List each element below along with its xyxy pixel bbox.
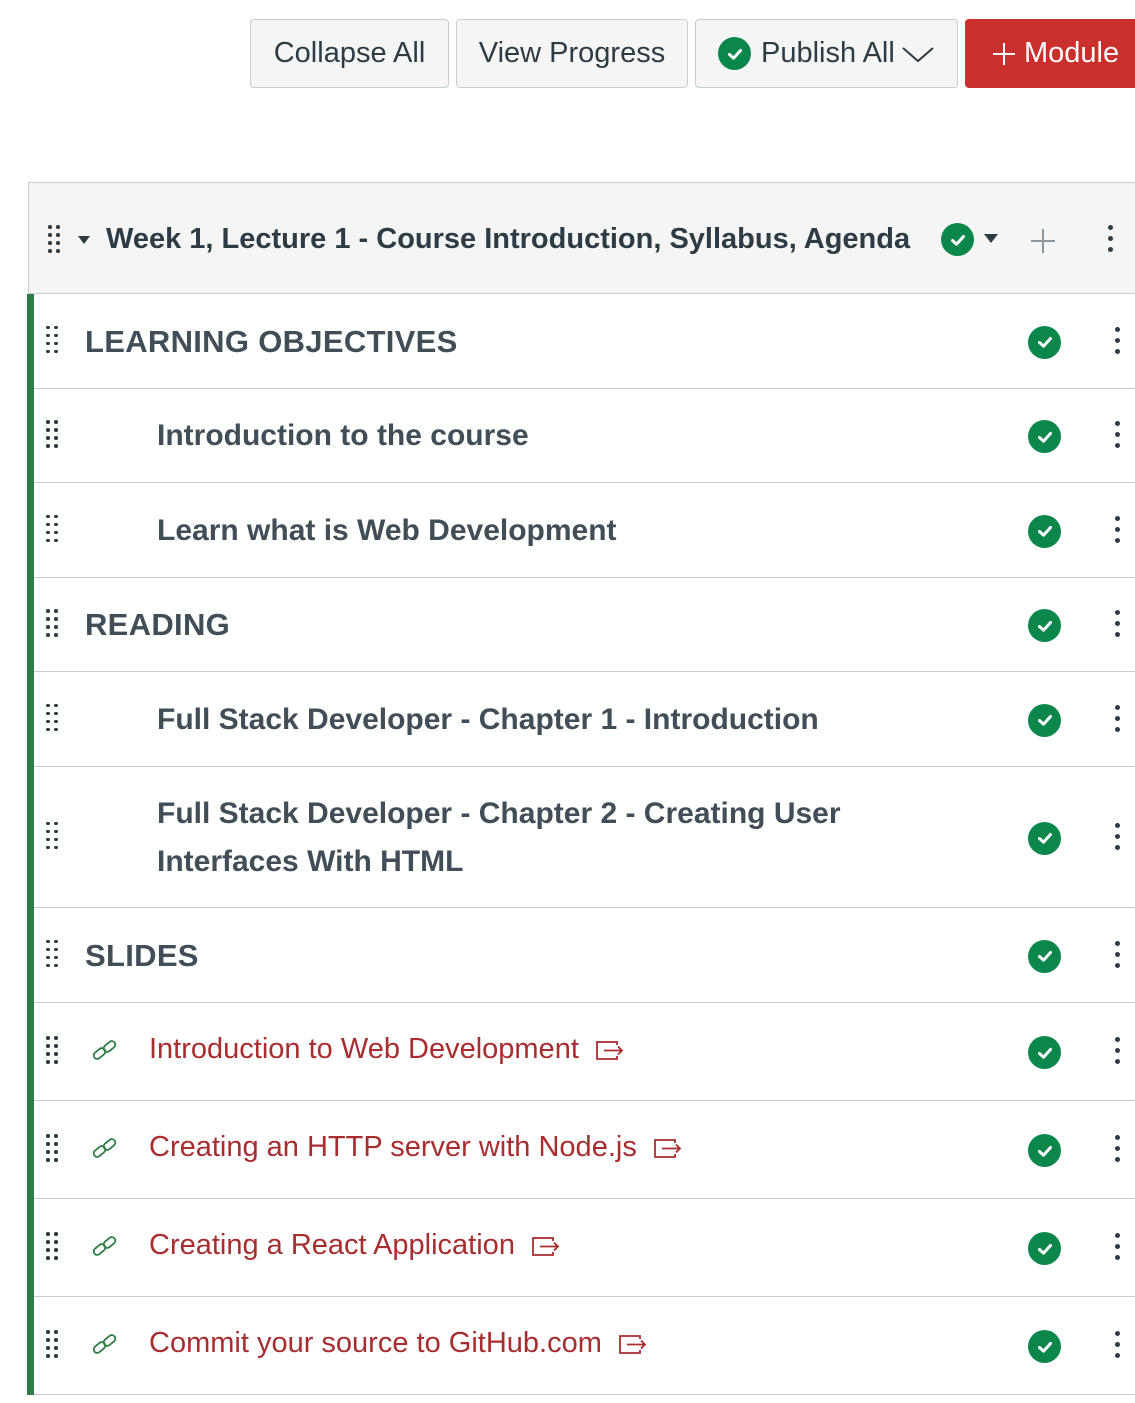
link-icon	[92, 1334, 117, 1354]
module-week-1: Week 1, Lecture 1 - Course Introduction,…	[27, 182, 1135, 1395]
page-row[interactable]: Introduction to the course	[34, 389, 1135, 483]
subheader-label: LEARNING OBJECTIVES	[85, 323, 458, 359]
external-link-row[interactable]: Commit your source to GitHub.com	[34, 1297, 1135, 1395]
drag-handle-icon[interactable]	[46, 514, 60, 543]
kebab-menu-icon[interactable]	[1114, 1233, 1120, 1261]
published-check-icon[interactable]	[1028, 1036, 1061, 1069]
drag-handle-icon[interactable]	[46, 939, 60, 968]
kebab-menu-icon[interactable]	[1114, 940, 1120, 969]
external-link-icon	[653, 1138, 682, 1158]
module-title: Week 1, Lecture 1 - Course Introduction,…	[106, 223, 911, 255]
external-link-icon	[532, 1236, 560, 1256]
page-title-link[interactable]: Introduction to the course	[157, 412, 877, 460]
caret-down-icon[interactable]	[78, 236, 90, 244]
page-row[interactable]: Full Stack Developer - Chapter 1 - Intro…	[34, 672, 1135, 767]
page-title-link[interactable]: Full Stack Developer - Chapter 1 - Intro…	[157, 696, 877, 744]
page-title-link[interactable]: Learn what is Web Development	[157, 507, 877, 555]
published-check-icon[interactable]	[1028, 514, 1061, 548]
page-title-link[interactable]: Full Stack Developer - Chapter 2 - Creat…	[157, 790, 877, 886]
kebab-menu-icon[interactable]	[1114, 1037, 1120, 1065]
link-icon	[92, 1040, 117, 1060]
external-link-icon	[595, 1040, 624, 1060]
drag-handle-icon[interactable]	[46, 1232, 60, 1260]
view-progress-button[interactable]: View Progress	[456, 19, 688, 88]
published-check-icon[interactable]	[1028, 1330, 1061, 1363]
kebab-menu-icon[interactable]	[1114, 421, 1120, 449]
external-link[interactable]: Creating a React Application	[149, 1229, 561, 1262]
external-link[interactable]: Commit your source to GitHub.com	[149, 1327, 648, 1360]
published-check-icon[interactable]	[1028, 325, 1061, 359]
published-check-icon[interactable]	[1028, 939, 1061, 973]
plus-icon	[993, 42, 1015, 65]
publish-caret-down-icon[interactable]	[984, 234, 998, 243]
module-subheader-row[interactable]: SLIDES	[34, 908, 1135, 1003]
external-link-label: Creating a React Application	[149, 1229, 515, 1261]
external-link-icon	[618, 1334, 647, 1354]
kebab-menu-icon[interactable]	[1114, 704, 1120, 733]
published-check-icon[interactable]	[1028, 703, 1061, 737]
kebab-menu-icon[interactable]	[1114, 610, 1120, 638]
kebab-menu-icon[interactable]	[1114, 1331, 1120, 1359]
kebab-menu-icon[interactable]	[1114, 515, 1120, 544]
subheader-label: READING	[85, 607, 231, 642]
chevron-down-icon	[902, 46, 934, 62]
external-link[interactable]: Introduction to Web Development	[149, 1033, 625, 1066]
drag-handle-icon[interactable]	[46, 609, 60, 637]
link-icon	[92, 1138, 117, 1158]
add-module-button[interactable]: Module	[965, 19, 1135, 88]
page-row[interactable]: Full Stack Developer - Chapter 2 - Creat…	[34, 767, 1135, 908]
add-item-plus-icon[interactable]	[1030, 228, 1056, 254]
drag-handle-icon[interactable]	[46, 420, 60, 448]
drag-handle-icon[interactable]	[46, 821, 60, 850]
link-icon	[92, 1236, 117, 1256]
published-check-icon[interactable]	[941, 223, 974, 256]
published-check-icon[interactable]	[1028, 1232, 1061, 1265]
drag-handle-icon[interactable]	[46, 1330, 60, 1358]
published-check-icon[interactable]	[1028, 821, 1061, 855]
module-subheader-row[interactable]: READING	[34, 578, 1135, 672]
add-module-label: Module	[1024, 37, 1120, 69]
external-link[interactable]: Creating an HTTP server with Node.js	[149, 1131, 683, 1164]
published-check-icon[interactable]	[1028, 420, 1061, 453]
drag-handle-icon[interactable]	[46, 703, 60, 732]
subheader-label: SLIDES	[85, 937, 199, 973]
external-link-label: Creating an HTTP server with Node.js	[149, 1131, 637, 1163]
kebab-menu-icon[interactable]	[1114, 1135, 1120, 1163]
published-check-icon	[718, 37, 751, 70]
external-link-row[interactable]: Introduction to Web Development	[34, 1003, 1135, 1101]
publish-all-label: Publish All	[761, 37, 895, 69]
drag-handle-icon[interactable]	[46, 1134, 60, 1162]
module-header[interactable]: Week 1, Lecture 1 - Course Introduction,…	[28, 182, 1135, 294]
external-link-label: Introduction to Web Development	[149, 1033, 579, 1065]
drag-handle-icon[interactable]	[46, 1036, 60, 1064]
drag-handle-icon[interactable]	[48, 225, 62, 253]
module-subheader-row[interactable]: LEARNING OBJECTIVES	[34, 294, 1135, 389]
drag-handle-icon[interactable]	[46, 325, 60, 354]
published-check-icon[interactable]	[1028, 609, 1061, 642]
view-progress-label: View Progress	[478, 37, 666, 69]
external-link-row[interactable]: Creating an HTTP server with Node.js	[34, 1101, 1135, 1199]
kebab-menu-icon[interactable]	[1114, 326, 1120, 355]
collapse-all-label: Collapse All	[273, 37, 426, 69]
page-row[interactable]: Learn what is Web Development	[34, 483, 1135, 578]
kebab-menu-icon[interactable]	[1114, 822, 1120, 851]
kebab-menu-icon[interactable]	[1107, 225, 1113, 253]
module-items: LEARNING OBJECTIVES Introduction to the c…	[27, 294, 1135, 1395]
published-check-icon[interactable]	[1028, 1134, 1061, 1167]
collapse-all-button[interactable]: Collapse All	[250, 19, 449, 88]
external-link-row[interactable]: Creating a React Application	[34, 1199, 1135, 1297]
publish-all-button[interactable]: Publish All	[695, 19, 958, 88]
external-link-label: Commit your source to GitHub.com	[149, 1327, 602, 1359]
